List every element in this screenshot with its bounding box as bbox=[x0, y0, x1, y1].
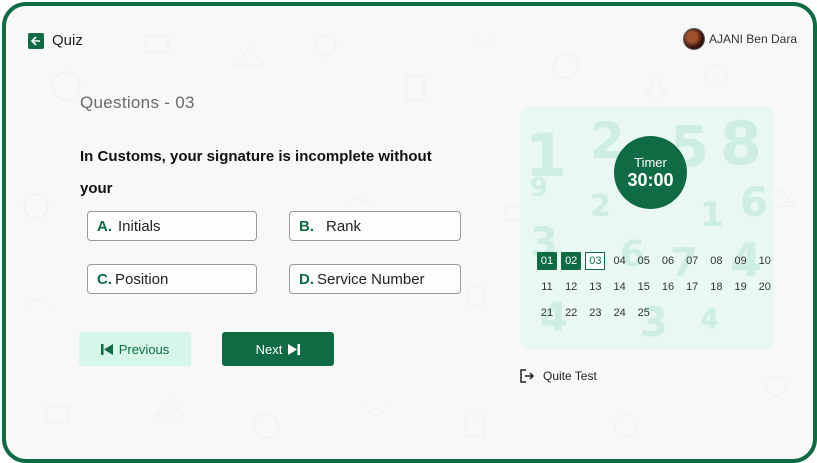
svg-text:2: 2 bbox=[590, 189, 611, 224]
question-nav-06[interactable]: 06 bbox=[658, 252, 678, 270]
quit-test-button[interactable]: Quite Test bbox=[519, 368, 597, 384]
question-nav-08[interactable]: 08 bbox=[706, 252, 726, 270]
option-label: Initials bbox=[118, 217, 161, 235]
next-button[interactable]: Next bbox=[222, 332, 334, 366]
question-nav-09[interactable]: 09 bbox=[731, 252, 751, 270]
svg-text:6: 6 bbox=[740, 180, 768, 226]
option-letter: C. bbox=[97, 270, 112, 288]
question-nav-18[interactable]: 18 bbox=[706, 278, 726, 296]
avatar bbox=[682, 28, 705, 50]
previous-button[interactable]: Previous bbox=[79, 332, 191, 366]
option-label: Service Number bbox=[317, 270, 425, 288]
question-nav-19[interactable]: 19 bbox=[731, 278, 751, 296]
user-name: AJANI Ben Dara bbox=[708, 32, 797, 46]
svg-text:4: 4 bbox=[700, 302, 719, 335]
question-text: In Customs, your signature is incomplete… bbox=[80, 148, 432, 197]
question-nav-03[interactable]: 03 bbox=[585, 252, 606, 270]
question-nav-20[interactable]: 20 bbox=[755, 278, 775, 296]
question-nav-15[interactable]: 15 bbox=[634, 278, 654, 296]
question-nav-23[interactable]: 23 bbox=[585, 304, 605, 322]
option-letter: B. bbox=[299, 217, 314, 235]
back-arrow-icon bbox=[28, 32, 44, 49]
svg-text:8: 8 bbox=[720, 109, 762, 179]
skip-forward-icon bbox=[288, 343, 301, 355]
question-nav-17[interactable]: 17 bbox=[682, 278, 702, 296]
question-nav-14[interactable]: 14 bbox=[610, 278, 630, 296]
option-letter: D. bbox=[299, 270, 314, 288]
previous-label: Previous bbox=[118, 341, 170, 357]
skip-back-icon bbox=[100, 343, 113, 355]
question-nav-11[interactable]: 11 bbox=[537, 278, 557, 296]
svg-text:9: 9 bbox=[530, 173, 548, 203]
next-label: Next bbox=[255, 341, 283, 357]
option-label: Position bbox=[115, 270, 169, 288]
question-nav-01[interactable]: 01 bbox=[537, 252, 557, 270]
question-nav-21[interactable]: 21 bbox=[537, 304, 557, 322]
user-profile[interactable]: AJANI Ben Dara bbox=[682, 28, 797, 50]
page-title: Quiz bbox=[52, 32, 83, 49]
timer-badge: Timer 30:00 bbox=[614, 136, 687, 209]
question-nav-05[interactable]: 05 bbox=[634, 252, 654, 270]
timer-value: 30:00 bbox=[627, 170, 674, 190]
option-letter: A. bbox=[97, 217, 112, 235]
question-nav-04[interactable]: 04 bbox=[610, 252, 630, 270]
quit-label: Quite Test bbox=[543, 369, 597, 383]
option-d[interactable]: D. Service Number bbox=[289, 264, 461, 294]
option-label: Rank bbox=[326, 217, 362, 235]
question-nav-24[interactable]: 24 bbox=[610, 304, 630, 322]
svg-text:1: 1 bbox=[700, 195, 724, 235]
question-nav-16[interactable]: 16 bbox=[658, 278, 678, 296]
question-number: Questions - 03 bbox=[80, 93, 195, 112]
question-nav-13[interactable]: 13 bbox=[585, 278, 605, 296]
logout-icon bbox=[520, 369, 535, 383]
back-button[interactable]: Quiz bbox=[28, 32, 83, 49]
option-a[interactable]: A. Initials bbox=[87, 211, 257, 241]
question-nav-12[interactable]: 12 bbox=[561, 278, 581, 296]
question-nav-25[interactable]: 25 bbox=[634, 304, 654, 322]
timer-label: Timer bbox=[634, 155, 667, 170]
question-nav-10[interactable]: 10 bbox=[755, 252, 775, 270]
option-b[interactable]: B. Rank bbox=[289, 211, 461, 241]
question-nav-22[interactable]: 22 bbox=[561, 304, 581, 322]
option-c[interactable]: C. Position bbox=[87, 264, 257, 294]
question-nav-02[interactable]: 02 bbox=[561, 252, 582, 270]
question-nav-07[interactable]: 07 bbox=[682, 252, 702, 270]
